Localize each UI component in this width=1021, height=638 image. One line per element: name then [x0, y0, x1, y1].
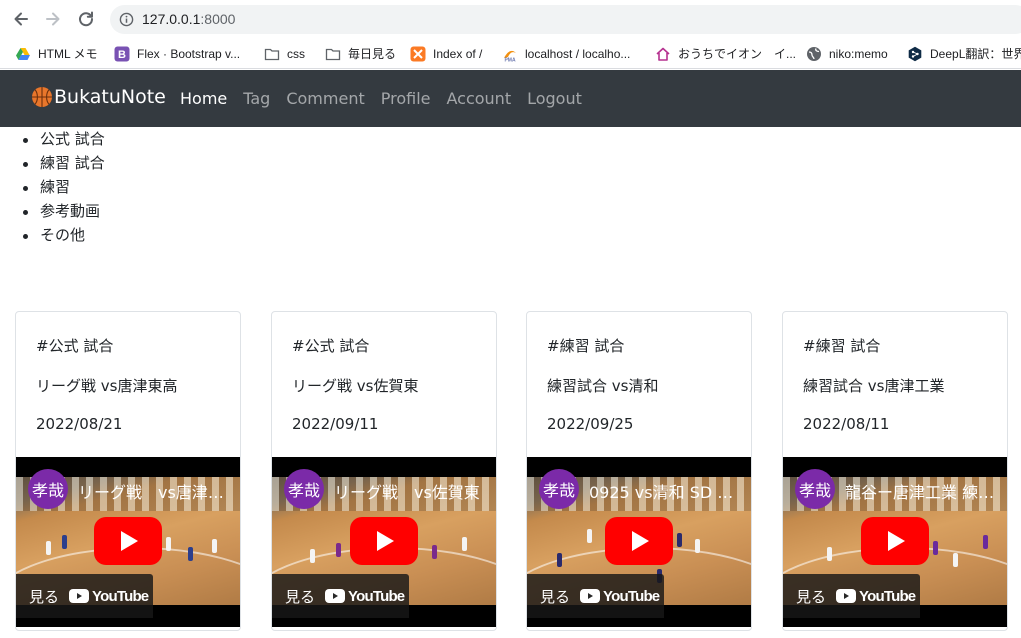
card-date: 2022/08/21	[36, 415, 123, 433]
video-title[interactable]: 0925 vs清和 SD 練習試合	[589, 479, 749, 503]
watch-label: 見る	[285, 587, 316, 606]
card-title[interactable]: リーグ戦 vs唐津東高	[36, 375, 177, 396]
card-title[interactable]: 練習試合 vs清和	[547, 375, 658, 396]
reload-icon	[79, 11, 94, 27]
back-button[interactable]	[10, 8, 32, 30]
watch-label: 見る	[29, 587, 60, 606]
google-drive-icon	[15, 46, 31, 62]
category-list: 公式 試合 練習 試合 練習 参考動画 その他	[20, 129, 105, 249]
watch-on-youtube-button[interactable]: 見る YouTube	[272, 574, 409, 618]
reload-button[interactable]	[75, 8, 97, 30]
bookmark-folder-css[interactable]: css	[264, 44, 305, 63]
card-tag[interactable]: #公式 試合	[292, 335, 369, 356]
site-info-icon[interactable]	[119, 12, 134, 27]
card-tag[interactable]: #練習 試合	[547, 335, 624, 356]
youtube-embed[interactable]: 孝哉 リーグ戦 vs唐津東高 見る YouTube	[16, 457, 240, 627]
channel-avatar[interactable]: 孝哉	[28, 469, 68, 509]
post-card: #公式 試合 リーグ戦 vs佐賀東 2022/09/11 孝哉 リーグ戦 vs佐…	[271, 311, 497, 631]
bookmark-html-memo[interactable]: HTML メモ	[15, 44, 98, 63]
watch-on-youtube-button[interactable]: 見る YouTube	[527, 574, 664, 618]
post-card: #練習 試合 練習試合 vs清和 2022/09/25 孝哉 0925 vs清和…	[526, 311, 752, 631]
brand-name: BukatuNote	[54, 86, 166, 108]
youtube-logo: YouTube	[69, 588, 149, 605]
video-title[interactable]: リーグ戦 vs佐賀東	[334, 479, 494, 503]
youtube-logo: YouTube	[836, 588, 916, 605]
channel-avatar[interactable]: 孝哉	[284, 469, 324, 509]
play-button-icon[interactable]	[94, 517, 162, 565]
channel-avatar[interactable]: 孝哉	[539, 469, 579, 509]
basketball-icon	[32, 87, 52, 107]
card-title[interactable]: リーグ戦 vs佐賀東	[292, 375, 418, 396]
bookmark-folder-daily[interactable]: 毎日見る	[325, 44, 396, 63]
card-tag[interactable]: #練習 試合	[803, 335, 880, 356]
phpmyadmin-icon: PMA	[502, 46, 518, 62]
youtube-embed[interactable]: 孝哉 龍谷ー唐津工業 練習試合 見る YouTube	[783, 457, 1007, 627]
deepl-icon	[907, 46, 923, 62]
category-item-official-game[interactable]: 公式 試合	[20, 129, 105, 153]
back-arrow-icon	[14, 12, 28, 26]
youtube-play-icon	[325, 589, 346, 603]
youtube-play-icon	[580, 589, 601, 603]
bookmark-phpmyadmin[interactable]: PMA localhost / localho...	[502, 44, 630, 63]
category-item-reference-video[interactable]: 参考動画	[20, 201, 105, 225]
category-item-practice-game[interactable]: 練習 試合	[20, 153, 105, 177]
bootstrap-icon: B	[114, 46, 130, 62]
nav-links: Home Tag Comment Profile Account Logout	[180, 89, 598, 108]
forward-button[interactable]	[42, 8, 64, 30]
youtube-embed[interactable]: 孝哉 0925 vs清和 SD 練習試合 見る YouTube	[527, 457, 751, 627]
nav-tag[interactable]: Tag	[243, 89, 270, 108]
watch-label: 見る	[796, 587, 827, 606]
browser-toolbar: 127.0.0.1:8000	[0, 0, 1021, 38]
brand-link[interactable]: BukatuNote	[31, 86, 166, 108]
youtube-play-icon	[69, 589, 90, 603]
watch-on-youtube-button[interactable]: 見る YouTube	[16, 574, 153, 618]
play-button-icon[interactable]	[350, 517, 418, 565]
video-title[interactable]: リーグ戦 vs唐津東高	[78, 479, 238, 503]
youtube-embed[interactable]: 孝哉 リーグ戦 vs佐賀東 見る YouTube	[272, 457, 496, 627]
card-date: 2022/09/11	[292, 415, 379, 433]
folder-icon	[264, 46, 280, 62]
bookmark-aeon[interactable]: おうちでイオン イ...	[655, 44, 796, 63]
youtube-play-icon	[836, 589, 857, 603]
bookmark-bootstrap-flex[interactable]: B Flex · Bootstrap v...	[114, 44, 240, 63]
youtube-logo: YouTube	[325, 588, 405, 605]
folder-icon	[325, 46, 341, 62]
category-item-other[interactable]: その他	[20, 225, 105, 249]
url-text: 127.0.0.1:8000	[142, 11, 236, 27]
card-title[interactable]: 練習試合 vs唐津工業	[803, 375, 944, 396]
bookmark-deepl[interactable]: DeepL翻訳：世界	[907, 44, 1021, 63]
nav-logout[interactable]: Logout	[527, 89, 582, 108]
globe-icon	[806, 46, 822, 62]
watch-label: 見る	[540, 587, 571, 606]
nav-comment[interactable]: Comment	[286, 89, 364, 108]
nav-profile[interactable]: Profile	[381, 89, 431, 108]
bookmark-niko-memo[interactable]: niko:memo	[806, 44, 888, 63]
card-tag[interactable]: #公式 試合	[36, 335, 113, 356]
channel-avatar[interactable]: 孝哉	[795, 469, 835, 509]
youtube-logo: YouTube	[580, 588, 660, 605]
nav-home[interactable]: Home	[180, 89, 227, 108]
xampp-icon	[410, 46, 426, 62]
play-button-icon[interactable]	[605, 517, 673, 565]
bookmark-index[interactable]: Index of /	[410, 44, 482, 63]
svg-text:B: B	[118, 49, 126, 61]
address-bar[interactable]: 127.0.0.1:8000	[110, 5, 1021, 34]
category-item-practice[interactable]: 練習	[20, 177, 105, 201]
card-date: 2022/09/25	[547, 415, 634, 433]
svg-text:PMA: PMA	[504, 57, 516, 62]
app-navbar: BukatuNote Home Tag Comment Profile Acco…	[0, 70, 1021, 127]
forward-arrow-icon	[46, 12, 60, 26]
watch-on-youtube-button[interactable]: 見る YouTube	[783, 574, 920, 618]
video-title[interactable]: 龍谷ー唐津工業 練習試合	[845, 479, 1005, 503]
card-date: 2022/08/11	[803, 415, 890, 433]
play-button-icon[interactable]	[861, 517, 929, 565]
bookmarks-bar: HTML メモ B Flex · Bootstrap v... css 毎日見る…	[0, 38, 1021, 69]
post-card: #公式 試合 リーグ戦 vs唐津東高 2022/08/21 孝哉 リーグ戦 vs…	[15, 311, 241, 631]
aeon-house-icon	[655, 46, 671, 62]
post-card: #練習 試合 練習試合 vs唐津工業 2022/08/11 孝哉 龍谷ー唐津工業…	[782, 311, 1008, 631]
nav-account[interactable]: Account	[446, 89, 511, 108]
